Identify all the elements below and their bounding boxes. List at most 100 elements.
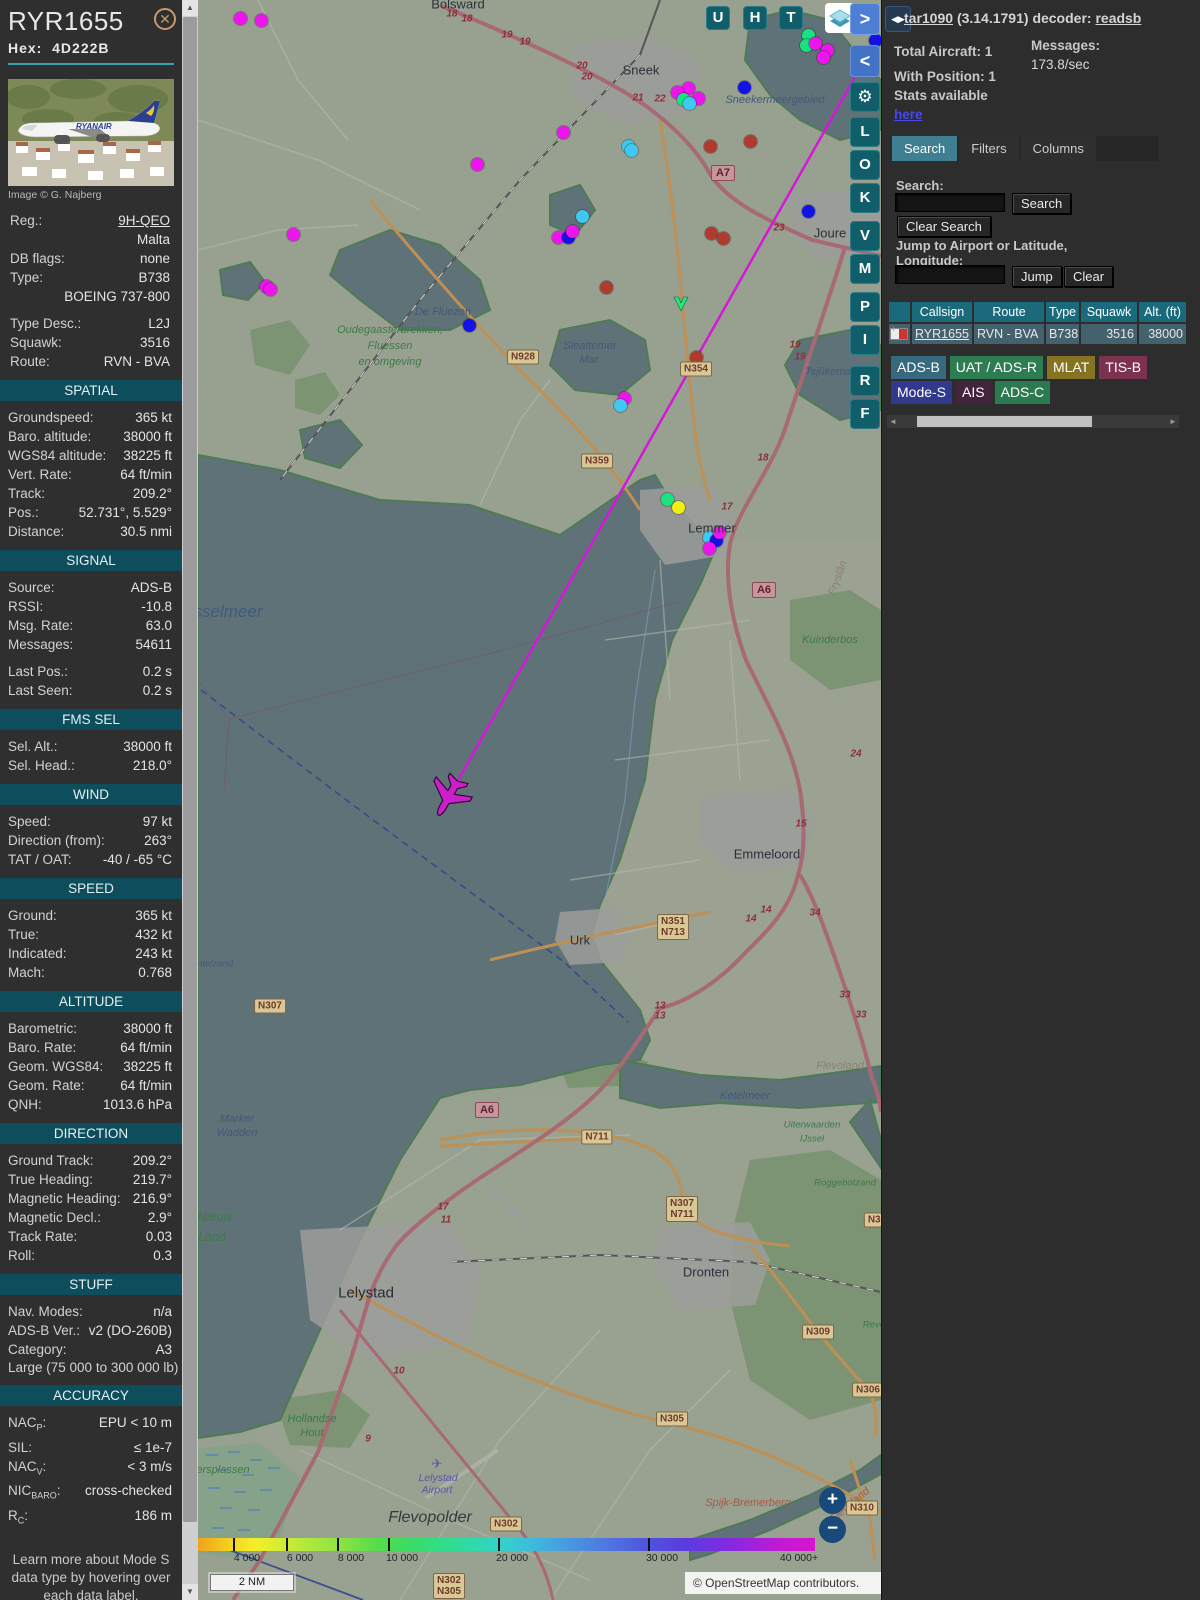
map-side-button-P[interactable]: P <box>850 292 880 322</box>
aircraft-dot[interactable] <box>264 283 277 296</box>
row-value: 64 ft/min <box>120 1040 172 1055</box>
tab-filters[interactable]: Filters <box>959 136 1019 161</box>
badge-adsc[interactable]: ADS-C <box>994 381 1051 404</box>
column-header[interactable]: Squawk <box>1081 302 1137 322</box>
badge-tisb[interactable]: TIS-B <box>1099 356 1148 379</box>
aircraft-dot[interactable] <box>614 399 627 412</box>
map-side-button-O[interactable]: O <box>850 150 880 180</box>
map-side-button-panel-expand[interactable]: > <box>850 3 880 35</box>
aircraft-dot[interactable] <box>463 319 476 332</box>
row-value: cross-checked <box>84 1483 172 1499</box>
aircraft-dot[interactable] <box>566 225 579 238</box>
badge-ais[interactable]: AIS <box>956 381 991 404</box>
row-label: NICBARO: <box>8 1483 61 1502</box>
table-row[interactable]: RYR1655 RVN - BVAB738351638000 <box>889 324 1188 344</box>
aircraft-dot[interactable] <box>672 501 685 514</box>
map-side-button-R[interactable]: R <box>850 366 880 396</box>
search-input[interactable] <box>895 193 1005 212</box>
readsb-link[interactable]: readsb <box>1095 10 1141 26</box>
stats-here-link[interactable]: here <box>894 107 923 122</box>
map-side-button-F[interactable]: F <box>850 399 880 429</box>
data-row: Track Rate: 0.03 <box>0 1227 182 1246</box>
search-button[interactable]: Search <box>1012 193 1072 214</box>
aircraft-dot[interactable] <box>471 158 484 171</box>
clear-button[interactable]: Clear <box>1064 266 1114 287</box>
sidebar-tabs: Search Filters Columns <box>892 136 1158 161</box>
map-side-button-panel-collapse[interactable]: < <box>850 45 880 77</box>
hscroll-thumb[interactable] <box>917 416 1092 427</box>
data-row: True Heading: 219.7° <box>0 1170 182 1189</box>
callsign-cell[interactable]: RYR1655 <box>912 324 972 344</box>
column-header[interactable]: Alt. (ft) <box>1139 302 1186 322</box>
badge-modes[interactable]: Mode-S <box>891 381 953 404</box>
map-side-button-V[interactable]: V <box>850 221 880 251</box>
aircraft-dot[interactable] <box>690 351 703 364</box>
scroll-up-icon[interactable]: ▲ <box>182 0 198 16</box>
scroll-down-icon[interactable]: ▼ <box>182 1584 198 1600</box>
row-label: ADS-B Ver.: <box>8 1323 81 1338</box>
zoom-in-button[interactable]: + <box>819 1487 846 1514</box>
jump-button[interactable]: Jump <box>1012 266 1062 287</box>
close-icon[interactable]: ✕ <box>154 8 176 30</box>
aircraft-dot[interactable] <box>703 542 716 555</box>
tab-search[interactable]: Search <box>892 136 958 161</box>
row-label: Reg.: <box>10 213 43 228</box>
scrollbar-thumb[interactable] <box>183 17 197 1522</box>
data-row: Reg.: 9H-QEO <box>2 211 180 230</box>
hscroll-right-icon[interactable]: ► <box>1167 415 1179 428</box>
aircraft-dot[interactable] <box>713 526 726 539</box>
badge-mlat[interactable]: MLAT <box>1046 356 1096 379</box>
map-side-button-settings[interactable]: ⚙ <box>850 82 880 112</box>
aircraft-dot[interactable] <box>255 14 268 27</box>
badge-uatadsr[interactable]: UAT / ADS-R <box>949 356 1043 379</box>
aircraft-dot[interactable] <box>704 140 717 153</box>
aircraft-dot[interactable] <box>738 81 751 94</box>
row-label: Vert. Rate: <box>8 467 72 482</box>
column-header[interactable]: Callsign <box>912 302 972 322</box>
aircraft-dot[interactable] <box>625 144 638 157</box>
aircraft-dot[interactable] <box>717 232 730 245</box>
column-header[interactable] <box>889 302 910 322</box>
map[interactable]: Bolsward Sneek Sneekermeergebied Joure De Fl… <box>198 0 881 1600</box>
map-side-button-M[interactable]: M <box>850 254 880 284</box>
aircraft-dot[interactable] <box>576 210 589 223</box>
map-button-U[interactable]: U <box>706 6 730 30</box>
row-label: SIL: <box>8 1439 33 1455</box>
row-value: 38000 ft <box>123 1021 172 1036</box>
tar1090-link[interactable]: tar1090 <box>904 10 953 26</box>
column-header[interactable]: Route <box>974 302 1044 322</box>
badge-adsb[interactable]: ADS-B <box>891 356 946 379</box>
map-side-button-I[interactable]: I <box>850 325 880 355</box>
aircraft-photo[interactable]: RYANAIR <box>8 79 174 186</box>
map-side-button-K[interactable]: K <box>850 183 880 213</box>
map-button-H[interactable]: H <box>743 6 767 30</box>
row-label: DB flags: <box>10 251 65 266</box>
osm-attribution[interactable]: © OpenStreetMap contributors. <box>685 1572 881 1594</box>
aircraft-dot[interactable] <box>744 135 757 148</box>
callsign-title: RYR1655 <box>8 6 124 36</box>
registration-link[interactable]: 9H-QEO <box>118 211 170 230</box>
table-hscrollbar[interactable]: ◄ ► <box>887 415 1179 428</box>
column-header[interactable]: Type <box>1046 302 1079 322</box>
aircraft-dot[interactable] <box>683 97 696 110</box>
aircraft-dot[interactable] <box>557 126 570 139</box>
aircraft-dot[interactable] <box>809 37 822 50</box>
map-button-T[interactable]: T <box>779 6 803 30</box>
jump-input[interactable] <box>895 265 1005 284</box>
left-scrollbar[interactable]: ▲ ▼ <box>182 0 198 1600</box>
map-side-button-L[interactable]: L <box>850 117 880 147</box>
mode-s-hint: Learn more about Mode S data type by hov… <box>11 1551 171 1600</box>
data-row: ADS-B Ver.: v2 (DO-260B) <box>0 1321 182 1340</box>
tab-columns[interactable]: Columns <box>1020 136 1096 161</box>
aircraft-dot[interactable] <box>600 281 613 294</box>
aircraft-dot[interactable] <box>287 228 300 241</box>
aircraft-dot[interactable] <box>802 205 815 218</box>
zoom-out-button[interactable]: − <box>819 1516 846 1543</box>
clear-search-button[interactable]: Clear Search <box>897 216 991 237</box>
callsign-link[interactable]: RYR1655 <box>915 327 969 341</box>
row-value: 1013.6 hPa <box>102 1097 172 1112</box>
aircraft-dot[interactable] <box>234 12 247 25</box>
data-row: Barometric: 38000 ft <box>0 1019 182 1038</box>
hscroll-left-icon[interactable]: ◄ <box>887 415 899 428</box>
aircraft-dot[interactable] <box>817 51 830 64</box>
